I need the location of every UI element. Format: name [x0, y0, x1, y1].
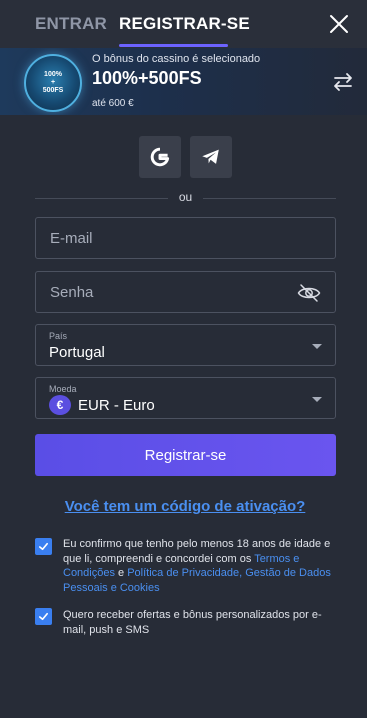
divider-left [35, 198, 168, 199]
bonus-selected-text: O bônus do cassino é selecionado [92, 53, 261, 65]
currency-select[interactable]: Moeda € EUR - Euro [35, 377, 336, 419]
email-field-wrapper [35, 217, 336, 259]
swap-arrows-icon [334, 73, 352, 91]
checkmark-icon [39, 542, 48, 551]
google-login-button[interactable] [139, 136, 181, 178]
offers-text: Quero receber ofertas e bônus personaliz… [63, 609, 322, 636]
email-field[interactable] [36, 218, 335, 258]
bonus-title: 100%+500FS [92, 68, 202, 88]
close-icon [330, 15, 348, 33]
tab-login[interactable]: ENTRAR [35, 14, 107, 34]
currency-value: EUR - Euro [78, 397, 155, 414]
checkmark-icon [39, 612, 48, 621]
password-field[interactable] [36, 272, 335, 312]
chevron-down-icon [312, 344, 322, 349]
euro-icon: € [49, 395, 71, 415]
active-tab-indicator [119, 44, 228, 47]
activation-code-link[interactable]: Você tem um código de ativação? [0, 498, 367, 515]
telegram-login-button[interactable] [190, 136, 232, 178]
bonus-banner[interactable]: 100% + 500FS O bônus do cassino é seleci… [0, 48, 367, 115]
password-field-wrapper [35, 271, 336, 313]
currency-label: Moeda [49, 384, 77, 394]
country-label: País [49, 331, 68, 341]
country-select[interactable]: País Portugal [35, 324, 336, 366]
telegram-icon [202, 149, 219, 164]
bonus-limit: até 600 € [92, 98, 134, 109]
change-bonus-button[interactable] [332, 72, 354, 92]
auth-tabs: ENTRAR REGISTRAR-SE [0, 0, 367, 48]
chevron-down-icon [312, 397, 322, 402]
close-button[interactable] [329, 14, 349, 34]
eye-icon [297, 284, 321, 302]
show-password-toggle[interactable] [297, 283, 321, 303]
terms-checkbox[interactable] [35, 538, 52, 555]
google-icon [150, 147, 170, 167]
tab-register[interactable]: REGISTRAR-SE [119, 14, 250, 34]
offers-checkbox[interactable] [35, 608, 52, 625]
divider-text: ou [178, 190, 193, 204]
country-value: Portugal [49, 344, 105, 361]
register-button[interactable]: Registrar-se [35, 434, 336, 476]
terms-text: Eu confirmo que tenho pelo menos 18 anos… [63, 538, 331, 594]
divider-right [203, 198, 336, 199]
bonus-badge-icon: 100% + 500FS [24, 54, 82, 112]
